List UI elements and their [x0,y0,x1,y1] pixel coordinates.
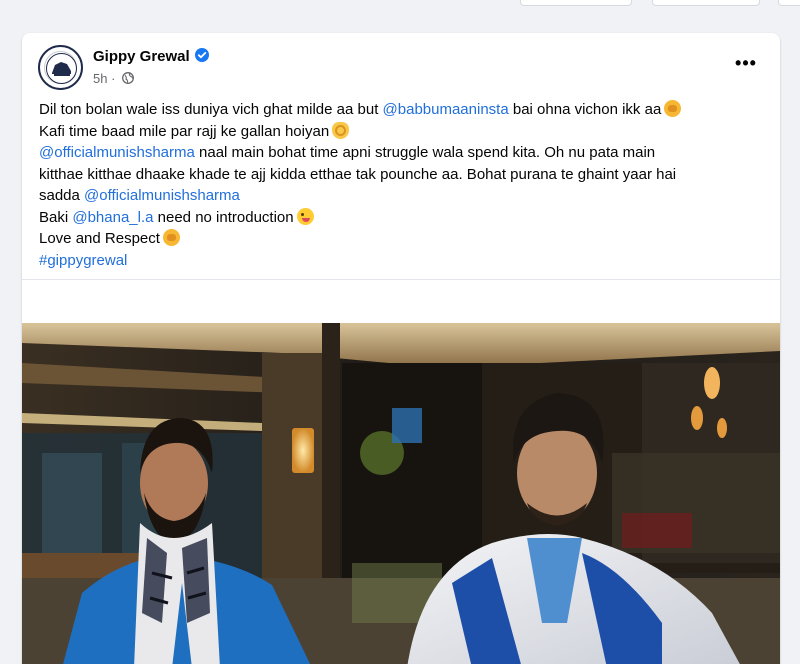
text-segment: need no introduction [153,208,294,226]
author-name-text[interactable]: Gippy Grewal [93,48,190,65]
post-media [22,279,780,664]
post-text: Dil ton bolan wale iss duniya vich ghat … [39,99,769,271]
author-name[interactable]: Gippy Grewal [93,48,209,65]
photo-illustration [22,323,780,664]
post-card: Gippy Grewal 5h · ••• Dil ton bolan wale… [22,33,780,664]
verified-badge-icon [194,48,209,62]
mention-link[interactable]: @babbumaaninsta [383,101,509,118]
post-line: @officialmunishsharma naal main bohat ti… [39,142,769,164]
post-header: Gippy Grewal 5h · ••• [38,45,764,91]
top-button[interactable] [778,0,800,6]
more-options-button[interactable]: ••• [730,54,762,77]
post-line: kitthae kitthae dhaake khade te ajj kidd… [39,164,769,186]
post-time[interactable]: 5h [93,71,107,86]
text-segment: Love and Respect [39,230,160,247]
globe-icon[interactable] [122,72,134,84]
post-photo[interactable] [22,323,780,664]
text-segment: Baki [39,208,73,226]
hashtag-link[interactable]: #gippygrewal [39,252,127,269]
ok-hand-emoji-icon [332,121,350,139]
wink-tongue-emoji-icon [296,207,314,225]
text-segment: sadda [39,187,85,204]
post-line: Dil ton bolan wale iss duniya vich ghat … [39,99,769,121]
top-strip [0,0,800,18]
post-line: #gippygrewal [39,250,769,272]
meta-separator: · [107,71,120,86]
post-line: Love and Respect [39,228,769,250]
avatar[interactable] [38,45,83,90]
mention-link[interactable]: @bhana_l.a [72,209,153,226]
post-line: Baki @bhana_l.a need no introduction [39,207,769,229]
avatar-logo [44,51,77,84]
top-button[interactable] [652,0,760,6]
post-line: sadda @officialmunishsharma [39,185,769,207]
text-segment: Kafi time baad mile par rajj ke gallan h… [39,122,330,140]
text-segment: bai ohna vichon ikk aa [508,101,662,118]
fist-emoji-icon [664,100,682,117]
mention-link[interactable]: @officialmunishsharma [39,144,195,161]
fist-emoji-icon [162,229,180,246]
text-segment: naal main bohat time apni struggle wala … [194,144,656,161]
post-meta: 5h · [93,71,134,86]
mention-link[interactable]: @officialmunishsharma [84,187,240,204]
text-segment: Dil ton bolan wale iss duniya vich ghat … [39,101,383,118]
post-line: Kafi time baad mile par rajj ke gallan h… [39,121,769,143]
text-segment: kitthae kitthae dhaake khade te ajj kidd… [39,165,677,183]
top-button[interactable] [520,0,632,6]
